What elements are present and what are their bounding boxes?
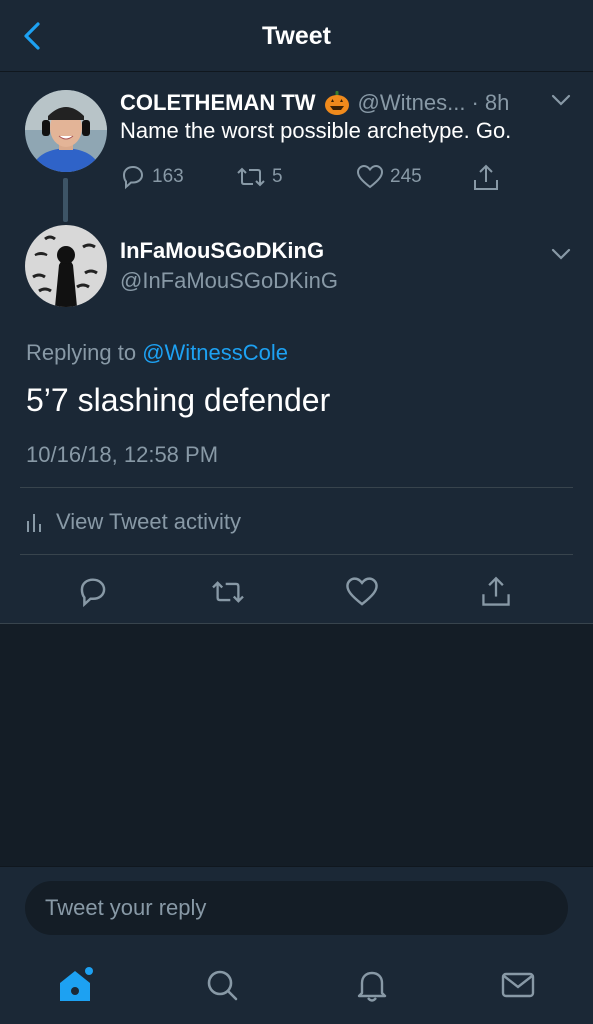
divider <box>20 487 573 488</box>
page-title: Tweet <box>262 22 331 50</box>
retweet-icon <box>212 581 244 603</box>
share-icon <box>474 164 498 190</box>
reply-display-name[interactable]: InFaMouSGoDKinG <box>120 238 324 264</box>
retweet-icon <box>237 167 265 187</box>
reply-tweet-text: 5’7 slashing defender <box>26 382 331 418</box>
messages-icon <box>501 972 535 998</box>
reply-timestamp: 10/16/18, 12:58 PM <box>26 442 219 467</box>
parent-handle[interactable]: @Witnes... <box>358 90 466 116</box>
replying-to-label: Replying to <box>26 340 137 365</box>
heart-icon <box>356 164 384 189</box>
pumpkin-emoji-icon <box>324 90 350 116</box>
like-button[interactable]: 245 <box>356 164 422 190</box>
parent-tweet-text: Name the worst possible archetype. Go. <box>120 118 512 143</box>
like-count: 245 <box>390 166 422 187</box>
tab-search[interactable] <box>200 963 244 1007</box>
bottom-composer-bar <box>0 866 593 1024</box>
thread-connector <box>63 178 68 222</box>
heart-icon <box>346 577 378 606</box>
tweet-reply-input[interactable] <box>25 881 568 935</box>
avatar-image <box>25 225 107 307</box>
top-nav-bar: Tweet <box>0 0 593 72</box>
reply-icon <box>122 165 144 190</box>
divider <box>20 554 573 555</box>
parent-tweet-header: COLETHEMAN TW @Witnes... · 8h <box>120 88 580 118</box>
parent-display-name[interactable]: COLETHEMAN TW <box>120 90 316 116</box>
reply-button[interactable] <box>73 572 113 612</box>
retweet-button[interactable] <box>208 572 248 612</box>
view-tweet-activity-link[interactable]: View Tweet activity <box>26 506 241 538</box>
parent-time: · 8h <box>471 90 510 115</box>
replying-to-link[interactable]: @WitnessCole <box>142 340 288 365</box>
parent-tweet-actions: 163 5 245 <box>120 164 520 192</box>
parent-tweet-avatar[interactable] <box>25 90 107 172</box>
share-icon <box>482 576 510 606</box>
chevron-down-icon <box>551 248 571 260</box>
like-button[interactable] <box>342 572 382 612</box>
analytics-icon <box>27 514 41 532</box>
reply-button[interactable]: 163 <box>120 164 184 190</box>
home-icon <box>60 967 93 1001</box>
replying-to-line: Replying to @WitnessCole <box>26 340 288 366</box>
reply-handle[interactable]: @InFaMouSGoDKinG <box>120 268 338 294</box>
share-button[interactable] <box>476 572 516 612</box>
reply-icon <box>80 578 106 608</box>
reply-tweet-actions <box>0 572 593 612</box>
search-icon <box>207 970 238 1001</box>
view-tweet-activity-label: View Tweet activity <box>56 509 242 534</box>
chevron-down-icon <box>551 94 571 106</box>
tab-messages[interactable] <box>496 963 540 1007</box>
share-button[interactable] <box>472 164 500 192</box>
avatar-image <box>25 90 107 172</box>
parent-tweet-menu-button[interactable] <box>550 92 572 113</box>
notifications-icon <box>357 971 387 1002</box>
reply-tweet-menu-button[interactable] <box>550 246 572 267</box>
tab-notifications[interactable] <box>350 963 394 1007</box>
retweet-button[interactable]: 5 <box>236 164 283 190</box>
reply-count: 163 <box>152 166 184 187</box>
tab-home[interactable] <box>54 963 98 1007</box>
retweet-count: 5 <box>272 166 283 187</box>
reply-tweet-avatar[interactable] <box>25 225 107 307</box>
